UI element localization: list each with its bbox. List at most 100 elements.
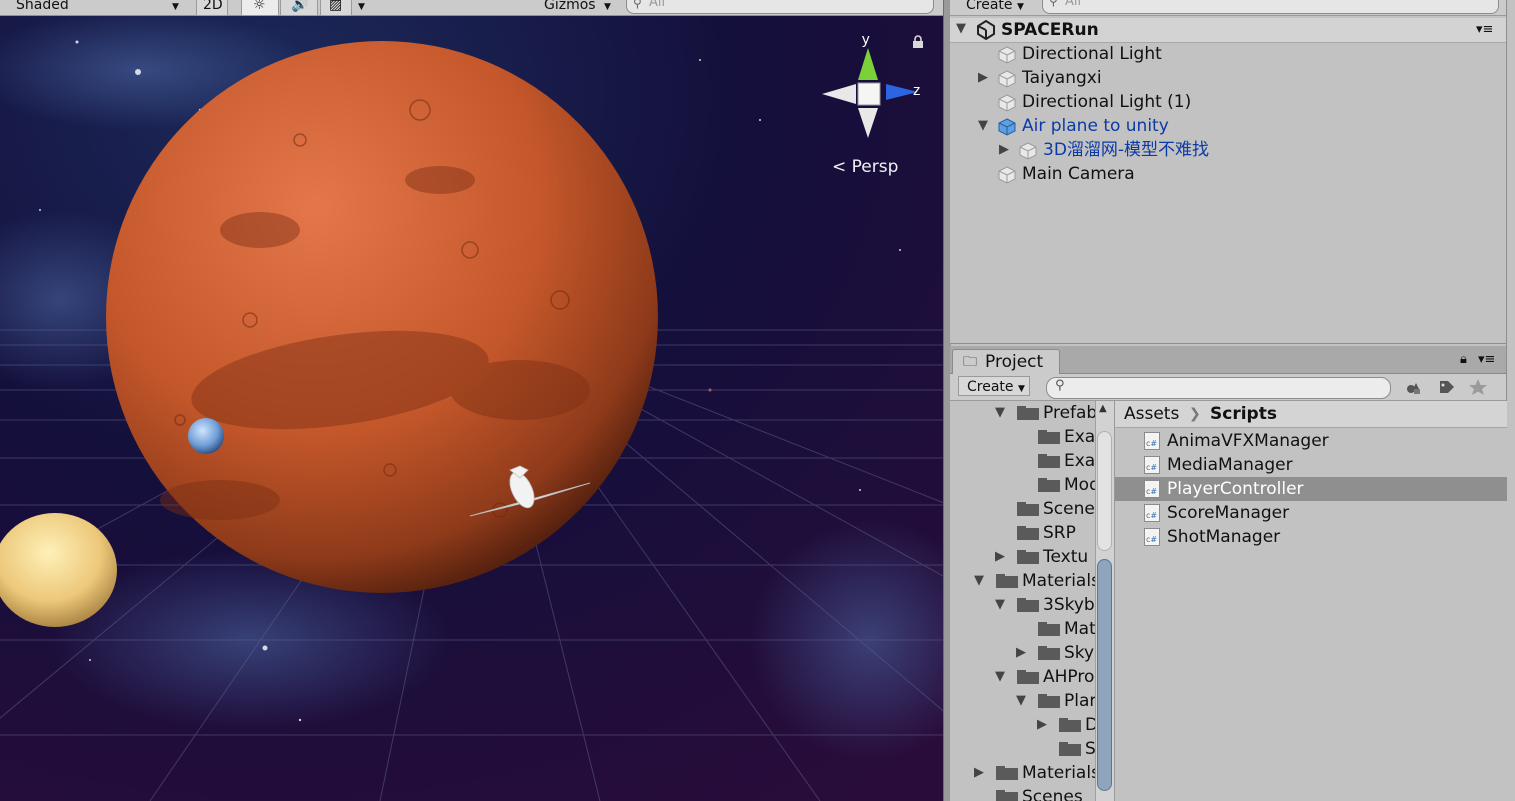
favorites-star-icon[interactable] [1466, 377, 1490, 397]
csharp-script-icon: c# [1144, 456, 1160, 474]
folder-label: Textu [1043, 547, 1089, 567]
gizmo-center-cube[interactable] [857, 82, 881, 106]
gameobject-cube-icon [1019, 142, 1037, 160]
lock-icon[interactable] [912, 35, 924, 49]
folder-icon [996, 766, 1018, 780]
scrollbar-track-upper[interactable] [1097, 431, 1112, 551]
hierarchy-item-label: 3D溜溜网-模型不难找 [1043, 140, 1210, 160]
hierarchy-search-input[interactable]: ⚲ All [1042, 0, 1499, 14]
hierarchy-item-label: Directional Light (1) [1022, 92, 1192, 112]
project-search-input[interactable]: ⚲ [1046, 377, 1391, 399]
folder-label: SRP [1043, 523, 1076, 543]
folder-label: Materials [1022, 571, 1095, 591]
folder-icon [996, 574, 1018, 588]
foldout-expanded-icon[interactable]: ▼ [978, 114, 988, 138]
foldout-expanded-icon[interactable]: ▼ [995, 401, 1005, 425]
foldout-expanded-icon[interactable]: ▼ [956, 21, 966, 36]
search-by-label-icon[interactable] [1434, 377, 1458, 397]
folder-label: S [1085, 739, 1095, 759]
hierarchy-create-button[interactable]: Create ▼ [966, 0, 1024, 13]
shading-mode-dropdown[interactable]: Shaded [16, 0, 69, 15]
inspector-panel-edge[interactable] [1506, 0, 1515, 801]
folder-icon [1017, 526, 1039, 540]
folder-icon [1017, 502, 1039, 516]
folder-label: Materials [1022, 763, 1095, 783]
folder-label: Plar [1064, 691, 1095, 711]
folder-icon [1017, 598, 1039, 612]
csharp-script-icon: c# [1144, 432, 1160, 450]
scrollbar-thumb[interactable] [1097, 559, 1112, 791]
asset-list-panel: Assets ❯ Scripts c# AnimaVFXManager c# M… [1114, 401, 1507, 801]
effects-dropdown-arrow-icon[interactable]: ▼ [358, 0, 365, 17]
project-create-button[interactable]: Create ▼ [958, 376, 1030, 396]
folder-label: Prefab [1043, 403, 1095, 423]
audio-toggle[interactable]: 🔊 [280, 0, 318, 16]
dropdown-arrow-icon: ▼ [1017, 384, 1025, 394]
script-asset-item[interactable]: c# AnimaVFXManager [1115, 429, 1507, 453]
2d-toggle[interactable]: 2D [196, 0, 228, 16]
gizmo-z-label: z [913, 82, 921, 99]
script-asset-item[interactable]: c# ScoreManager [1115, 501, 1507, 525]
unity-logo-icon [977, 20, 995, 40]
tab-project[interactable]: 🗀 Project [952, 349, 1060, 374]
project-folder-tree[interactable]: ▼ Prefab Exa Exa Mod Scene SRP ▶ Textu ▼ Ma… [950, 401, 1095, 801]
foldout-collapsed-icon[interactable]: ▶ [1016, 641, 1026, 665]
foldout-expanded-icon[interactable]: ▼ [1016, 689, 1026, 713]
folder-icon: 🗀 [963, 354, 977, 370]
folder-icon [1017, 550, 1039, 564]
svg-text:c#: c# [1146, 487, 1157, 496]
hierarchy-item-label: Air plane to unity [1022, 116, 1169, 136]
folder-icon [1059, 742, 1081, 756]
project-panel: 🗀 Project 🔒︎ ▾≡ Create ▼ ⚲ ▼ Prefab Exa E… [950, 346, 1507, 801]
svg-text:c#: c# [1146, 463, 1157, 472]
folder-tree-scrollbar[interactable]: ▲ [1095, 401, 1114, 801]
csharp-script-icon: c# [1144, 504, 1160, 522]
sun-icon: ☼ [253, 0, 266, 13]
2d-toggle-label: 2D [203, 0, 223, 13]
search-by-type-icon[interactable] [1402, 377, 1426, 397]
scene-view[interactable]: Shaded ▼ 2D ☼ 🔊 ▨ ▼ Gizmos ▼ ⚲ All y z <… [0, 0, 943, 801]
breadcrumb-scripts[interactable]: Scripts [1210, 401, 1277, 427]
hierarchy-item-label: Taiyangxi [1022, 68, 1102, 88]
persp-chevron-icon: < [832, 157, 847, 177]
gizmos-dropdown-arrow-icon: ▼ [604, 2, 611, 12]
breadcrumb: Assets ❯ Scripts [1115, 401, 1507, 428]
prefab-cube-icon [998, 118, 1016, 136]
foldout-collapsed-icon[interactable]: ▶ [978, 66, 988, 90]
gizmos-dropdown[interactable]: Gizmos [544, 0, 596, 15]
hierarchy-create-label: Create [966, 0, 1013, 13]
script-asset-item-selected[interactable]: c# PlayerController [1115, 477, 1507, 501]
lighting-toggle[interactable]: ☼ [241, 0, 279, 16]
blue-planet[interactable] [188, 418, 224, 454]
scene-viewport[interactable]: y z [0, 16, 943, 801]
shading-dropdown-arrow-icon: ▼ [172, 2, 179, 12]
lock-icon[interactable]: 🔒︎ [1460, 352, 1467, 367]
scene-menu-icon[interactable]: ▾≡ [1476, 18, 1493, 42]
foldout-expanded-icon[interactable]: ▼ [995, 593, 1005, 617]
foldout-collapsed-icon[interactable]: ▶ [999, 138, 1009, 162]
foldout-collapsed-icon[interactable]: ▶ [1037, 713, 1047, 737]
effects-toggle[interactable]: ▨ [320, 0, 352, 16]
scene-search-input[interactable]: ⚲ All [626, 0, 934, 14]
folder-label: Exa [1064, 427, 1095, 447]
foldout-expanded-icon[interactable]: ▼ [995, 665, 1005, 689]
script-asset-label: MediaManager [1167, 455, 1293, 475]
folder-icon [1017, 406, 1039, 420]
hierarchy-item-label: Directional Light [1022, 44, 1162, 64]
script-asset-item[interactable]: c# MediaManager [1115, 453, 1507, 477]
folder-icon [996, 790, 1018, 801]
projection-toggle[interactable]: < Persp [832, 157, 898, 177]
foldout-expanded-icon[interactable]: ▼ [974, 569, 984, 593]
hierarchy-toolbar: Create ▼ ⚲ All [950, 0, 1506, 16]
script-asset-item[interactable]: c# ShotManager [1115, 525, 1507, 549]
folder-label: AHPro [1043, 667, 1095, 687]
foldout-collapsed-icon[interactable]: ▶ [995, 545, 1005, 569]
search-icon: ⚲ [633, 0, 642, 10]
svg-text:c#: c# [1146, 439, 1157, 448]
folder-icon [1038, 454, 1060, 468]
panel-menu-icon[interactable]: ▾≡ [1478, 352, 1495, 367]
scene-header-row[interactable]: ▼ SPACERun ▾≡ [950, 18, 1506, 43]
foldout-collapsed-icon[interactable]: ▶ [974, 761, 984, 785]
scroll-up-arrow-icon[interactable]: ▲ [1099, 403, 1107, 414]
breadcrumb-assets[interactable]: Assets [1124, 401, 1179, 427]
